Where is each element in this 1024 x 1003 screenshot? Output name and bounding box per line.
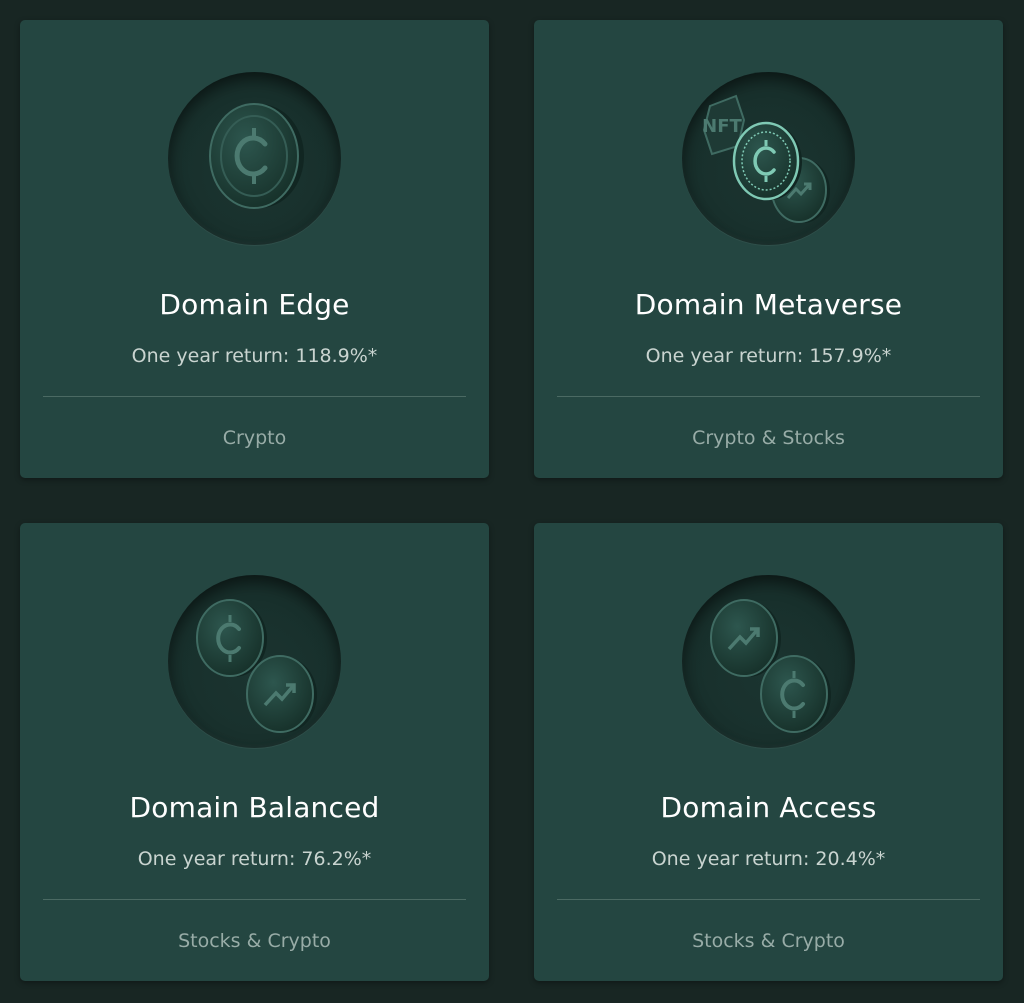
card-divider [43,899,466,900]
card-title: Domain Access [660,791,877,824]
nft-label: NFT [702,116,742,137]
card-title: Domain Edge [159,288,350,321]
card-category: Crypto & Stocks [692,427,845,449]
card-category: Stocks & Crypto [178,930,331,952]
card-category: Crypto [222,427,287,449]
stock-crypto-coins-icon [682,575,855,748]
card-divider [557,396,980,397]
card-category: Stocks & Crypto [692,930,845,952]
nft-crypto-stocks-coins-icon: NFT [682,72,855,245]
card-return: One year return: 20.4%* [651,848,886,870]
crypto-stock-coins-icon [168,575,341,748]
card-return: One year return: 157.9%* [645,345,892,367]
portfolio-card-domain-edge[interactable]: Domain Edge One year return: 118.9%* Cry… [20,20,489,478]
card-return: One year return: 118.9%* [131,345,378,367]
portfolio-card-domain-balanced[interactable]: Domain Balanced One year return: 76.2%* … [20,523,489,981]
card-divider [43,396,466,397]
card-title: Domain Metaverse [634,288,903,321]
card-title: Domain Balanced [129,791,380,824]
crypto-coin-icon [168,72,341,245]
card-return: One year return: 76.2%* [137,848,372,870]
card-divider [557,899,980,900]
portfolio-card-domain-access[interactable]: Domain Access One year return: 20.4%* St… [534,523,1003,981]
portfolio-card-domain-metaverse[interactable]: NFT Domain Metaverse One year return: 15… [534,20,1003,478]
